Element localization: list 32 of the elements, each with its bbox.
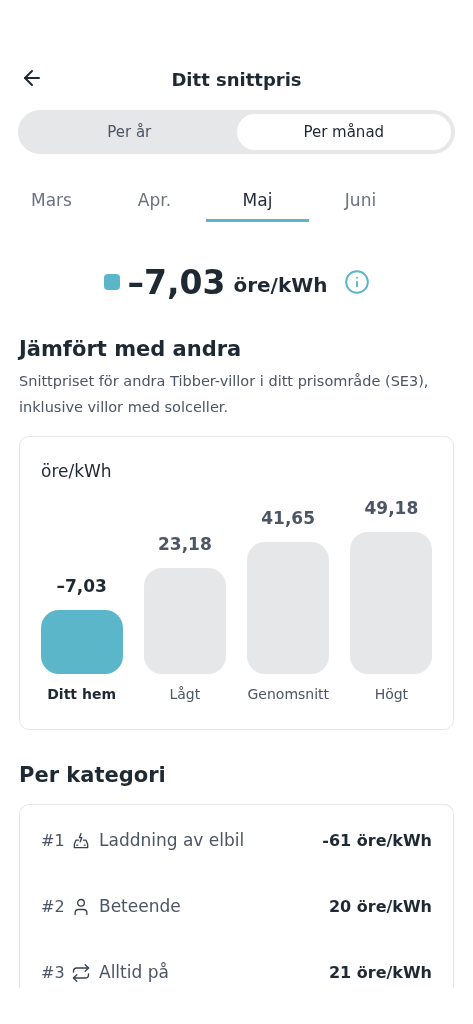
- month-tab[interactable]: Maj: [206, 182, 309, 222]
- bar-category-label: Lågt: [168, 685, 202, 704]
- section-title: Jämfört med andra: [19, 336, 243, 363]
- month-tab[interactable]: Apr.: [103, 182, 206, 222]
- category-value: 20 öre/kWh: [328, 895, 432, 918]
- bar-value-label: –7,03: [56, 575, 107, 598]
- category-rank: #2: [41, 895, 66, 918]
- bar-value-label: 41,65: [261, 507, 315, 530]
- bar-category-label: Ditt hem: [46, 685, 117, 704]
- page-title: Ditt snittpris: [171, 67, 302, 92]
- month-tab[interactable]: Juni: [309, 182, 412, 222]
- category-value: 21 öre/kWh: [328, 961, 432, 984]
- category-label: Laddning av elbil: [99, 828, 246, 852]
- category-label: Beteende: [99, 894, 182, 918]
- category-rank: #3: [41, 961, 66, 984]
- bar-value-label: 23,18: [158, 533, 212, 556]
- category-value: -61 öre/kWh: [322, 829, 432, 852]
- period-tab[interactable]: Per månad: [236, 114, 451, 150]
- average-price-unit: öre/kWh: [233, 272, 328, 299]
- section-title: Per kategori: [19, 762, 167, 789]
- category-rank: #1: [41, 829, 66, 852]
- section-description: Snittpriset för andra Tibber-villor i ditt prisområde (SE3), inklusive villor med solceller.: [19, 371, 430, 417]
- charging-car-icon: [71, 830, 91, 851]
- repeat-icon: [71, 962, 91, 983]
- bar-category-label: Högt: [373, 685, 410, 704]
- category-label: Alltid på: [99, 960, 170, 984]
- period-tab[interactable]: Per år: [22, 114, 237, 150]
- average-price-value: –7,03: [127, 265, 226, 299]
- month-tab[interactable]: Mars: [0, 182, 103, 222]
- unit-label: öre/kWh: [41, 459, 113, 483]
- bar-category-label: Genomsnitt: [247, 685, 329, 704]
- bar-value-label: 49,18: [364, 497, 419, 520]
